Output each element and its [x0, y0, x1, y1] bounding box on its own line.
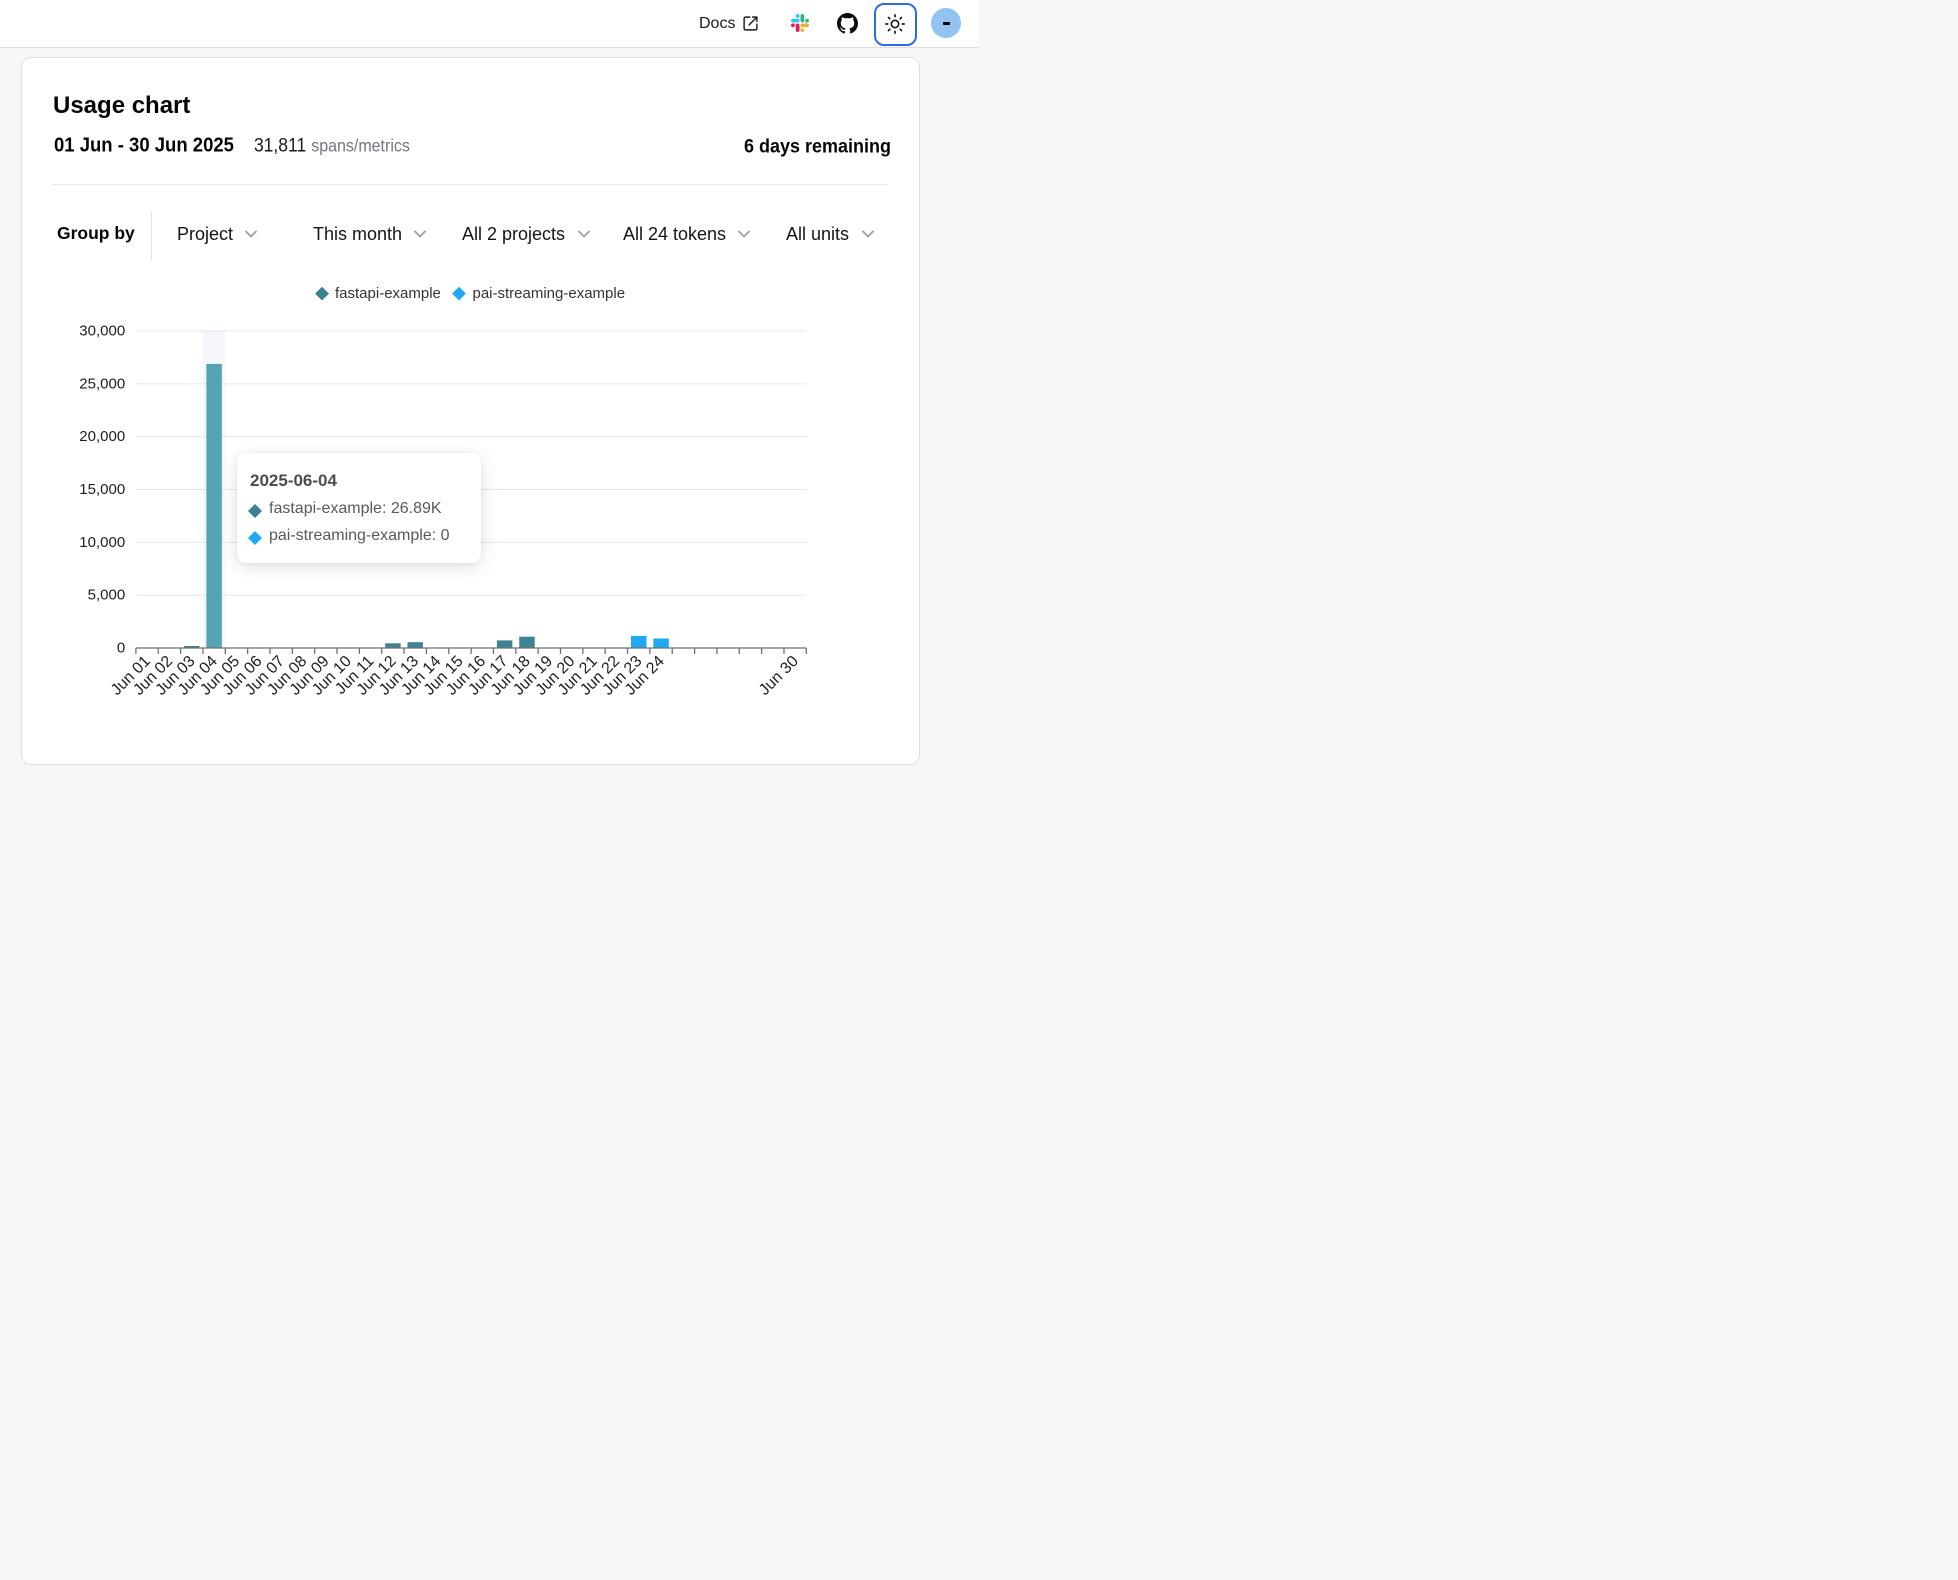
svg-text:0: 0	[117, 639, 125, 656]
svg-text:30,000: 30,000	[79, 322, 125, 339]
svg-text:15,000: 15,000	[79, 481, 125, 498]
svg-text:Jun 30: Jun 30	[756, 652, 802, 698]
svg-text:pai-streaming-example: pai-streaming-example	[473, 285, 626, 302]
svg-text:20,000: 20,000	[79, 428, 125, 445]
svg-text:5,000: 5,000	[88, 586, 126, 603]
svg-text:25,000: 25,000	[79, 375, 125, 392]
svg-text:fastapi-example: fastapi-example	[335, 285, 441, 302]
svg-text:10,000: 10,000	[79, 533, 125, 550]
